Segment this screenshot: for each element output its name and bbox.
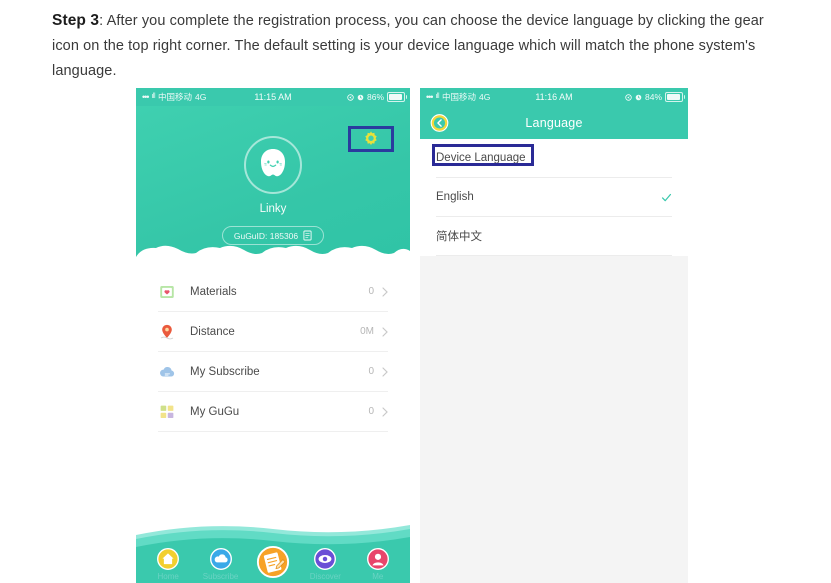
phone-screenshot-language: ••• ıll 中国移动 4G 11:16 AM 84% Language De… bbox=[420, 88, 688, 583]
instruction-body: : After you complete the registration pr… bbox=[52, 13, 764, 79]
nav-label: Subscribe bbox=[202, 572, 239, 581]
phone-screenshot-profile: ••• ıll 中国移动 4G 11:15 AM 86% Linky GuGuI… bbox=[136, 88, 410, 583]
screenshot-pair: ••• ıll 中国移动 4G 11:15 AM 86% Linky GuGuI… bbox=[0, 88, 831, 583]
nav-item-home[interactable]: Home bbox=[143, 547, 193, 581]
menu-value: 0 bbox=[368, 286, 374, 297]
nav-item-subscribe[interactable]: Subscribe bbox=[196, 547, 246, 581]
menu-label: Distance bbox=[190, 325, 235, 338]
row-english[interactable]: English bbox=[436, 178, 672, 217]
gugu-id-label: GuGuID: 185306 bbox=[233, 230, 299, 241]
location-pin-icon bbox=[160, 324, 174, 339]
menu-value: 0 bbox=[368, 406, 374, 417]
person-icon[interactable] bbox=[366, 547, 390, 571]
nav-item-me[interactable]: Me bbox=[353, 547, 403, 581]
ghost-avatar-icon bbox=[261, 149, 285, 177]
nav-item-discover[interactable]: Discover bbox=[300, 547, 350, 581]
menu-row-materials[interactable]: Materials 0 bbox=[158, 272, 388, 312]
battery-percent-label: 84% bbox=[644, 92, 662, 102]
avatar-ring[interactable] bbox=[244, 136, 302, 194]
nav-item-compose[interactable] bbox=[248, 545, 298, 581]
bottom-navigation-bar: Home Subscribe Discover Me bbox=[136, 521, 410, 583]
cloud-icon bbox=[160, 366, 175, 376]
alarm-icon bbox=[635, 94, 642, 100]
right-status-bar: ••• ıll 中国移动 4G 11:16 AM 84% bbox=[420, 88, 688, 106]
step-label: Step 3 bbox=[52, 12, 100, 29]
alarm-icon bbox=[357, 94, 364, 100]
nav-label: Discover bbox=[309, 572, 341, 581]
menu-row-distance[interactable]: Distance 0M bbox=[158, 312, 388, 352]
menu-row-my-subscribe[interactable]: My Subscribe 0 bbox=[158, 352, 388, 392]
left-hero-section: Linky GuGuID: 185306 bbox=[136, 106, 410, 267]
location-icon bbox=[347, 93, 354, 101]
materials-book-icon bbox=[160, 285, 174, 298]
battery-icon bbox=[665, 92, 685, 102]
menu-row-my-gugu[interactable]: My GuGu 0 bbox=[158, 392, 388, 432]
row-device-language[interactable]: Device Language bbox=[436, 139, 672, 178]
gugu-id-pill[interactable]: GuGuID: 185306 bbox=[221, 226, 325, 245]
cloud-nav-icon[interactable] bbox=[209, 547, 233, 571]
profile-name: Linky bbox=[259, 203, 287, 215]
language-title-bar: Language bbox=[420, 106, 688, 139]
left-status-right: 86% bbox=[347, 88, 407, 106]
language-body-fill bbox=[420, 256, 688, 583]
nav-label: Home bbox=[157, 572, 179, 581]
menu-label: Materials bbox=[190, 285, 237, 298]
compose-icon[interactable] bbox=[256, 545, 290, 579]
eye-icon[interactable] bbox=[313, 547, 337, 571]
location-icon bbox=[625, 93, 632, 101]
chevron-right-icon bbox=[382, 326, 388, 337]
instruction-paragraph: Step 3: After you complete the registrat… bbox=[52, 8, 774, 84]
battery-icon bbox=[387, 92, 407, 102]
row-label: English bbox=[436, 191, 474, 203]
row-label: Device Language bbox=[436, 152, 526, 164]
profile-menu-list: Materials 0 Distance 0M My Subscribe 0 M… bbox=[136, 266, 410, 432]
menu-value: 0 bbox=[368, 366, 374, 377]
cloud-divider bbox=[136, 245, 410, 267]
profile-block: Linky GuGuID: 185306 bbox=[136, 136, 410, 245]
chevron-right-icon bbox=[382, 366, 388, 377]
checkmark-icon bbox=[661, 193, 672, 201]
battery-percent-label: 86% bbox=[366, 92, 384, 102]
menu-value: 0M bbox=[360, 326, 374, 337]
right-status-right: 84% bbox=[625, 88, 685, 106]
document-copy-icon[interactable] bbox=[303, 230, 312, 241]
home-icon[interactable] bbox=[156, 547, 180, 571]
menu-label: My Subscribe bbox=[190, 365, 260, 378]
nav-items: Home Subscribe Discover Me bbox=[136, 545, 410, 581]
back-arrow-icon[interactable] bbox=[430, 113, 449, 132]
menu-label: My GuGu bbox=[190, 405, 240, 418]
language-list: Device Language English 简体中文 bbox=[420, 139, 688, 256]
chevron-right-icon bbox=[382, 406, 388, 417]
grid-squares-icon bbox=[160, 405, 174, 418]
row-label: 简体中文 bbox=[436, 231, 482, 243]
nav-label: Me bbox=[372, 572, 384, 581]
page-title: Language bbox=[525, 115, 583, 130]
row-simplified-chinese[interactable]: 简体中文 bbox=[436, 217, 672, 256]
left-status-bar: ••• ıll 中国移动 4G 11:15 AM 86% bbox=[136, 88, 410, 106]
chevron-right-icon bbox=[382, 286, 388, 297]
